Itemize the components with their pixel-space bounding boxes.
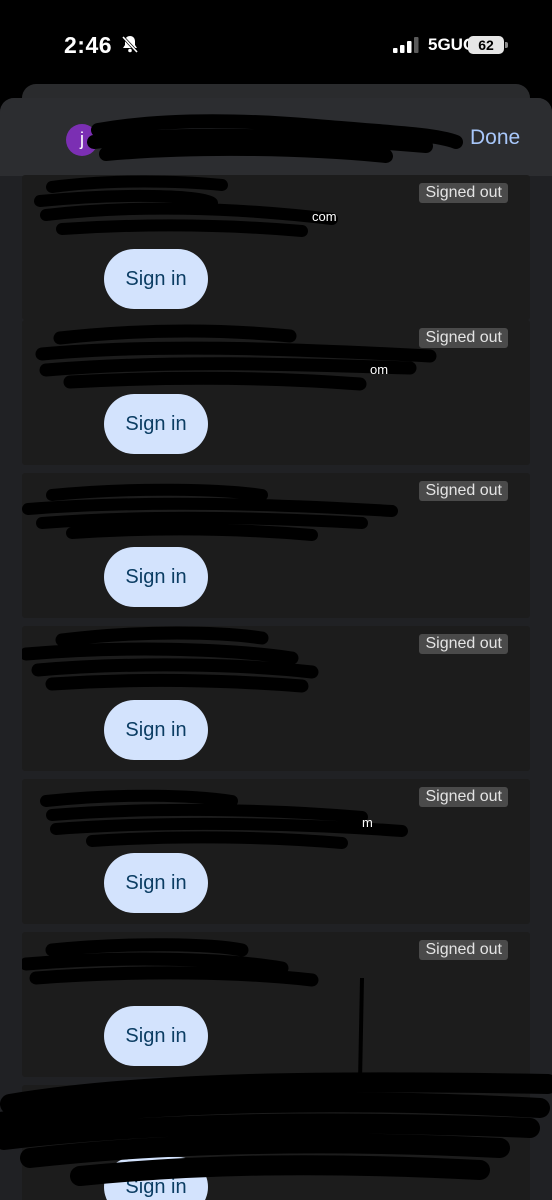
status-bar: 2:46 5GUC 62 [0,0,552,90]
redaction-scribble [35,324,437,391]
sign-in-button[interactable]: Sign in [104,394,208,454]
email-tail: com [312,209,337,224]
battery-level: 62 [468,36,504,54]
status-badge: Signed out [419,634,508,654]
battery-tip-icon [505,42,508,48]
status-badge: Signed out [419,940,508,960]
redaction-scribble [87,114,463,163]
sheet-header: j Done [0,98,552,176]
status-time: 2:46 [64,32,113,58]
status-badge: Signed out [419,183,508,203]
done-button[interactable]: Done [470,126,520,150]
silent-bell-icon [121,35,139,54]
redaction-scribble [0,977,552,1186]
sign-in-button[interactable]: Sign in [104,249,208,309]
redaction-scribble [22,483,398,541]
status-badge: Signed out [419,328,508,348]
email-tail: om [370,362,389,377]
account-switcher-sheet: j Done com Signed out Sign in om Signed … [0,98,552,1200]
account-card: m Signed out Sign in [22,779,530,924]
account-card: Signed out Sign in [22,473,530,618]
email-tail: m [362,815,373,830]
account-card: com Signed out Sign in [22,175,530,320]
status-badge: Signed out [419,787,508,807]
sign-in-button[interactable]: Sign in [104,547,208,607]
cellular-signal-icon [393,37,419,53]
redaction-scribble [22,626,319,693]
sign-in-button[interactable]: Sign in [104,853,208,913]
account-card: om Signed out Sign in [22,320,530,465]
sign-in-button[interactable]: Sign in [104,700,208,760]
status-badge: Signed out [419,481,508,501]
account-card: Signed out Sign in [22,626,530,771]
